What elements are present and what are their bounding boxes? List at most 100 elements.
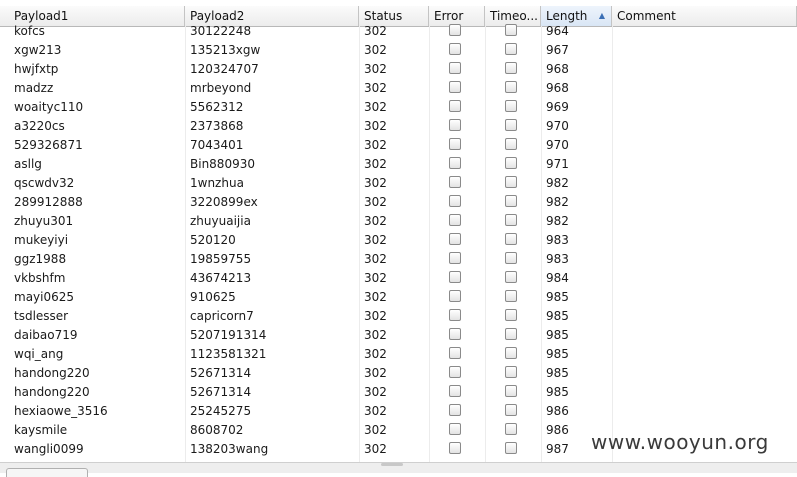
table-row[interactable]: xgw213 135213xgw 302 967: [0, 40, 797, 59]
length-cell: 986: [546, 404, 569, 418]
error-checkbox[interactable]: [449, 271, 461, 283]
timeout-checkbox[interactable]: [505, 385, 517, 397]
timeout-checkbox[interactable]: [505, 423, 517, 435]
timeout-checkbox[interactable]: [505, 138, 517, 150]
payload2-cell: zhuyuaijia: [190, 214, 251, 228]
payload1-cell: kofcs: [14, 24, 45, 38]
timeout-checkbox[interactable]: [505, 309, 517, 321]
table-row[interactable]: mukeyiyi 520120 302 983: [0, 230, 797, 249]
comment-cell: [612, 249, 797, 268]
error-checkbox[interactable]: [449, 290, 461, 302]
error-checkbox[interactable]: [449, 442, 461, 454]
error-checkbox[interactable]: [449, 43, 461, 55]
status-cell: 302: [364, 100, 387, 114]
error-checkbox[interactable]: [449, 157, 461, 169]
timeout-checkbox[interactable]: [505, 100, 517, 112]
payload2-cell: 138203wang: [190, 442, 269, 456]
table-row[interactable]: handong220 52671314 302 985: [0, 382, 797, 401]
table-row[interactable]: ggz1988 19859755 302 983: [0, 249, 797, 268]
timeout-checkbox[interactable]: [505, 366, 517, 378]
timeout-checkbox[interactable]: [505, 328, 517, 340]
bottom-tab[interactable]: [6, 468, 88, 477]
timeout-checkbox[interactable]: [505, 81, 517, 93]
table-row[interactable]: qscwdv32 1wnzhua 302 982: [0, 173, 797, 192]
timeout-checkbox[interactable]: [505, 119, 517, 131]
status-cell: 302: [364, 233, 387, 247]
table-row[interactable]: vkbshfm 43674213 302 984: [0, 268, 797, 287]
error-checkbox[interactable]: [449, 138, 461, 150]
payload1-cell: zhuyu301: [14, 214, 74, 228]
error-checkbox[interactable]: [449, 404, 461, 416]
timeout-checkbox[interactable]: [505, 442, 517, 454]
error-checkbox[interactable]: [449, 24, 461, 36]
payload2-cell: 5562312: [190, 100, 244, 114]
payload2-cell: capricorn7: [190, 309, 254, 323]
timeout-checkbox[interactable]: [505, 195, 517, 207]
table-row[interactable]: wqi_ang 1123581321 302 985: [0, 344, 797, 363]
error-checkbox[interactable]: [449, 252, 461, 264]
error-checkbox[interactable]: [449, 385, 461, 397]
error-checkbox[interactable]: [449, 100, 461, 112]
comment-cell: [612, 116, 797, 135]
status-cell: 302: [364, 214, 387, 228]
status-cell: 302: [364, 81, 387, 95]
error-checkbox[interactable]: [449, 62, 461, 74]
timeout-checkbox[interactable]: [505, 404, 517, 416]
error-checkbox[interactable]: [449, 328, 461, 340]
timeout-checkbox[interactable]: [505, 157, 517, 169]
error-checkbox[interactable]: [449, 347, 461, 359]
status-cell: 302: [364, 119, 387, 133]
error-checkbox[interactable]: [449, 81, 461, 93]
timeout-checkbox[interactable]: [505, 43, 517, 55]
table-row[interactable]: mayi0625 910625 302 985: [0, 287, 797, 306]
table-row[interactable]: zhuyu301 zhuyuaijia 302 982: [0, 211, 797, 230]
timeout-checkbox[interactable]: [505, 214, 517, 226]
error-checkbox[interactable]: [449, 366, 461, 378]
error-checkbox[interactable]: [449, 233, 461, 245]
comment-cell: [612, 97, 797, 116]
payload2-cell: 1123581321: [190, 347, 267, 361]
error-checkbox[interactable]: [449, 214, 461, 226]
table-row[interactable]: handong220 52671314 302 985: [0, 363, 797, 382]
table-row[interactable]: hwjfxtp 120324707 302 968: [0, 59, 797, 78]
error-checkbox[interactable]: [449, 423, 461, 435]
table-row[interactable]: 529326871 7043401 302 970: [0, 135, 797, 154]
status-cell: 302: [364, 157, 387, 171]
status-cell: 302: [364, 252, 387, 266]
error-checkbox[interactable]: [449, 195, 461, 207]
comment-cell: [612, 154, 797, 173]
timeout-checkbox[interactable]: [505, 176, 517, 188]
table-row[interactable]: woaityc110 5562312 302 969: [0, 97, 797, 116]
table-row[interactable]: kofcs 30122248 302 964: [0, 21, 797, 40]
comment-cell: [612, 363, 797, 382]
table-row[interactable]: tsdlesser capricorn7 302 985: [0, 306, 797, 325]
error-checkbox[interactable]: [449, 309, 461, 321]
timeout-checkbox[interactable]: [505, 62, 517, 74]
timeout-checkbox[interactable]: [505, 252, 517, 264]
status-cell: 302: [364, 385, 387, 399]
table-row[interactable]: madzz mrbeyond 302 968: [0, 78, 797, 97]
payload2-cell: 52671314: [190, 366, 252, 380]
table-row[interactable]: asllg Bin880930 302 971: [0, 154, 797, 173]
timeout-checkbox[interactable]: [505, 233, 517, 245]
table-row[interactable]: hexiaowe_3516 25245275 302 986: [0, 401, 797, 420]
status-cell: 302: [364, 43, 387, 57]
timeout-checkbox[interactable]: [505, 347, 517, 359]
comment-cell: [612, 401, 797, 420]
length-cell: 982: [546, 176, 569, 190]
status-cell: 302: [364, 442, 387, 456]
timeout-checkbox[interactable]: [505, 271, 517, 283]
splitter-handle[interactable]: [381, 463, 403, 466]
payload1-cell: 289912888: [14, 195, 83, 209]
status-cell: 302: [364, 271, 387, 285]
error-checkbox[interactable]: [449, 176, 461, 188]
timeout-checkbox[interactable]: [505, 290, 517, 302]
table-row[interactable]: daibao719 5207191314 302 985: [0, 325, 797, 344]
error-checkbox[interactable]: [449, 119, 461, 131]
status-cell: 302: [364, 347, 387, 361]
table-row[interactable]: a3220cs 2373868 302 970: [0, 116, 797, 135]
comment-cell: [612, 21, 797, 40]
table-row[interactable]: 289912888 3220899ex 302 982: [0, 192, 797, 211]
timeout-checkbox[interactable]: [505, 24, 517, 36]
payload2-cell: 52671314: [190, 385, 252, 399]
